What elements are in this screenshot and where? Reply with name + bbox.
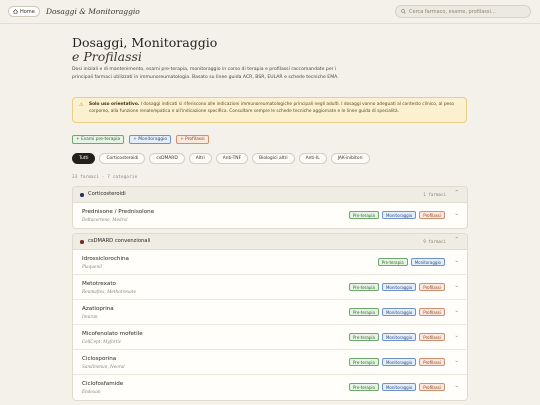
drug-brand-names: Sandimmun, Neoral [82,364,125,369]
chevron-down-icon[interactable]: ⌄ [454,308,459,314]
category-header[interactable]: Corticosteroidi 1 farmaci ⌃ [73,187,467,203]
filter-chip-anti-il[interactable]: Anti-IL [298,153,327,164]
drug-tags: Pre-terapia Monitoraggio [377,258,445,266]
search-input[interactable]: Cerca farmaco, esame, profilassi… [395,5,531,18]
drug-brand-names: Endoxan [82,389,101,394]
tag-pre: Pre-terapia [348,358,379,366]
chevron-down-icon[interactable]: ⌄ [454,258,459,264]
drug-tags: Pre-terapia Monitoraggio Profilassi [348,308,445,316]
filter-chip-corticosteroidi[interactable]: Corticosteroidi [99,153,146,164]
category-name: csDMARD convenzionali [88,238,151,244]
category-dot [80,240,84,244]
tag-pre: Pre-terapia [348,308,379,316]
tag-mon: Monitoraggio [381,308,417,316]
category-header[interactable]: csDMARD convenzionali 9 farmaci ⌃ [73,234,467,250]
drug-brand-names: Imuran [82,314,98,319]
chevron-down-icon[interactable]: ⌄ [454,283,459,289]
disclaimer-alert: ⚠ Solo uso orientativo. I dosaggi indica… [72,97,467,123]
drug-row[interactable]: Metotrexato Reumaflex, Methotrexate Pre-te… [73,275,467,300]
legend: + Esami pre-terapia + Monitoraggio + Pro… [72,135,209,144]
tag-mon: Monitoraggio [381,333,417,341]
drug-tags: Pre-terapia Monitoraggio Profilassi [348,358,445,366]
filter-chip-csdmard[interactable]: csDMARD [149,153,185,164]
page-title: Dosaggi, Monitoraggio [72,35,218,50]
legend-monitoring[interactable]: + Monitoraggio [129,135,172,144]
drug-brand-names: Reumaflex, Methotrexate [82,289,136,294]
tag-mon: Monitoraggio [381,358,417,366]
filter-chip-altri[interactable]: Altri [188,153,212,164]
category-count: 9 farmaci [423,239,446,244]
results-count: 33 farmaci · 7 categorie [72,174,138,179]
drug-row[interactable]: Ciclofosfamide Endoxan Pre-terapia Monitora… [73,375,467,400]
search-icon [401,9,406,14]
page-subtitle: e Profilassi [72,49,142,64]
chevron-up-icon[interactable]: ⌃ [454,237,459,243]
chevron-down-icon[interactable]: ⌄ [454,383,459,389]
filter-chip-jak-inibitori[interactable]: JAK-inibitori [330,153,370,164]
category-filters: Tutti Corticosteroidi csDMARD Altri Anti-TNF… [72,153,370,164]
tag-pro: Profilassi [419,383,445,391]
drug-brand-names: Plaquenil [82,264,102,269]
chevron-up-icon[interactable]: ⌃ [454,190,459,196]
alert-bold: Solo uso orientativo. [89,102,140,107]
drug-name: Ciclosporina [82,356,117,362]
top-bar: Home Dosaggi & Monitoraggio Cerca farmac… [0,0,540,24]
drug-tags: Pre-terapia Monitoraggio Profilassi [348,211,445,219]
filter-chip-tutti[interactable]: Tutti [72,153,96,164]
warning-icon: ⚠ [79,102,84,108]
tag-pro: Profilassi [419,333,445,341]
chevron-down-icon[interactable]: ⌄ [454,211,459,217]
drug-row[interactable]: Ciclosporina Sandimmun, Neoral Pre-terapia… [73,350,467,375]
drug-name: Prednisone / Prednisolone [82,209,155,215]
tag-mon: Monitoraggio [381,211,417,219]
drug-row[interactable]: Idrossiclorochina Plaquenil Pre-terapia Mon… [73,250,467,275]
tag-pre: Pre-terapia [377,258,408,266]
drug-name: Metotrexato [82,281,116,287]
drug-tags: Pre-terapia Monitoraggio Profilassi [348,283,445,291]
tag-pro: Profilassi [419,283,445,291]
drug-name: Ciclofosfamide [82,381,124,387]
house-icon [13,9,18,14]
tag-mon: Monitoraggio [381,383,417,391]
tag-pro: Profilassi [419,308,445,316]
legend-prophylaxis[interactable]: + Profilassi [176,135,209,144]
tag-pre: Pre-terapia [348,283,379,291]
tag-pro: Profilassi [419,211,445,219]
tag-pre: Pre-terapia [348,211,379,219]
tag-pre: Pre-terapia [348,333,379,341]
drug-brand-names: Deltacortene, Medrol [82,217,128,222]
drug-name: Azatioprina [82,306,114,312]
drug-name: Micofenolato mofetile [82,331,143,337]
drug-name: Idrossiclorochina [82,256,129,262]
category-card: Corticosteroidi 1 farmaci ⌃ Prednisone / Pr… [72,186,468,229]
filter-chip-biologici-altri[interactable]: Biologici altri [252,153,295,164]
drug-row[interactable]: Micofenolato mofetile CellCept, Myfortic P… [73,325,467,350]
drug-row[interactable]: Azatioprina Imuran Pre-terapia Monitoraggio… [73,300,467,325]
tag-mon: Monitoraggio [410,258,445,266]
filter-chip-anti-tnf[interactable]: Anti-TNF [215,153,249,164]
chevron-down-icon[interactable]: ⌄ [454,333,459,339]
drug-tags: Pre-terapia Monitoraggio Profilassi [348,333,445,341]
search-placeholder: Cerca farmaco, esame, profilassi… [409,8,496,15]
drug-brand-names: CellCept, Myfortic [82,339,122,344]
category-card: csDMARD convenzionali 9 farmaci ⌃ Idrossicl… [72,233,468,401]
tag-mon: Monitoraggio [381,283,417,291]
tag-pre: Pre-terapia [348,383,379,391]
category-dot [80,193,84,197]
chevron-down-icon[interactable]: ⌄ [454,358,459,364]
page-intro: Dosi iniziali e di mantenimento, esami p… [72,67,339,80]
drug-row[interactable]: Prednisone / Prednisolone Deltacortene, M… [73,203,467,228]
app-title: Dosaggi & Monitoraggio [46,7,140,16]
home-button[interactable]: Home [8,6,40,17]
category-count: 1 farmaci [423,192,446,197]
alert-text: I dosaggi indicati si riferiscono alle i… [89,102,455,114]
home-label: Home [20,8,35,15]
tag-pro: Profilassi [419,358,445,366]
drug-tags: Pre-terapia Monitoraggio Profilassi [348,383,445,391]
legend-pre-therapy[interactable]: + Esami pre-terapia [72,135,125,144]
category-name: Corticosteroidi [88,191,126,197]
